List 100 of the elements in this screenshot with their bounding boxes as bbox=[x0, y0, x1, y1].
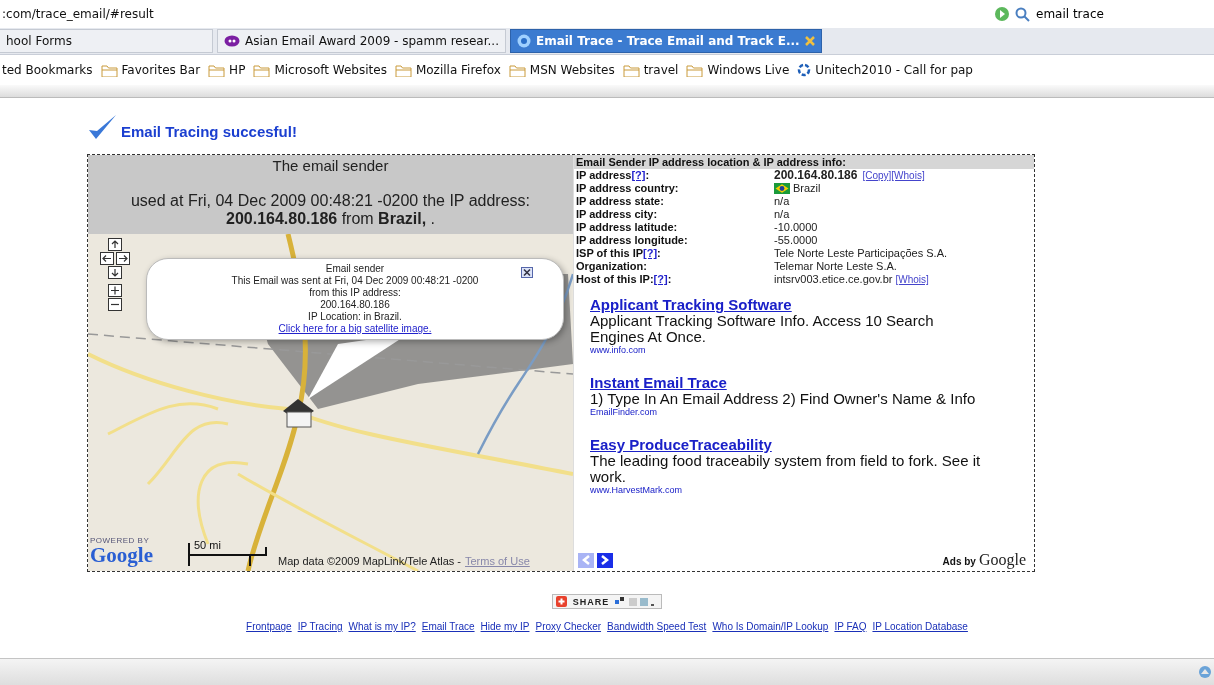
ad-url-link[interactable]: EmailFinder.com bbox=[590, 407, 990, 418]
ad-url-link[interactable]: www.info.com bbox=[590, 345, 990, 356]
info-value: 200.164.80.186 bbox=[774, 169, 858, 182]
info-title: Email Sender IP address location & IP address info: bbox=[574, 155, 1034, 169]
folder-icon bbox=[686, 63, 704, 77]
help-link[interactable]: [?] bbox=[631, 169, 646, 182]
tab-favicon-icon bbox=[224, 35, 240, 47]
bookmark-item[interactable]: Mozilla Firefox bbox=[394, 63, 501, 77]
info-link[interactable]: [Copy] bbox=[862, 170, 892, 181]
bookmark-item[interactable]: Favorites Bar bbox=[100, 63, 201, 77]
info-value: -55.0000 bbox=[774, 234, 818, 247]
bubble-text: from this IP address: bbox=[309, 287, 401, 299]
browser-tab[interactable]: hool Forms bbox=[0, 29, 213, 53]
info-value: Telemar Norte Leste S.A. bbox=[774, 260, 897, 273]
ad-description: Applicant Tracking Software Info. Access 10 Search Engines At Once. bbox=[590, 313, 935, 345]
bookmark-item[interactable]: MSN Websites bbox=[508, 63, 615, 77]
footer-link[interactable]: Frontpage bbox=[246, 621, 292, 632]
info-value: Tele Norte Leste Participações S.A. bbox=[774, 247, 948, 260]
info-value: n/a bbox=[774, 195, 790, 208]
info-value: intsrv003.etice.ce.gov.br bbox=[774, 273, 893, 286]
zoom-in-icon[interactable] bbox=[108, 284, 122, 297]
folder-icon bbox=[508, 63, 526, 77]
footer-link[interactable]: IP Tracing bbox=[297, 621, 343, 632]
zoom-out-icon[interactable] bbox=[108, 298, 122, 311]
bookmark-item[interactable]: Windows Live bbox=[686, 63, 790, 77]
footer-link[interactable]: Hide my IP bbox=[480, 621, 530, 632]
close-icon[interactable] bbox=[521, 267, 533, 278]
go-icon bbox=[994, 6, 1010, 22]
info-label: IP address city: bbox=[576, 208, 658, 221]
status-icon bbox=[1198, 665, 1212, 679]
bubble-text: This Email was sent at Fri, 04 Dec 2009 00:48:21 -0200 bbox=[231, 275, 479, 287]
panel-title: The email sender bbox=[271, 157, 390, 174]
close-icon bbox=[804, 36, 815, 46]
info-label: : bbox=[657, 247, 661, 260]
footer-link[interactable]: What is my IP? bbox=[348, 621, 416, 632]
browser-tab[interactable]: Email Trace - Trace Email and Track E... bbox=[509, 29, 822, 53]
info-label: IP address country: bbox=[576, 182, 679, 195]
pan-right-icon[interactable] bbox=[116, 252, 130, 265]
pan-up-icon[interactable] bbox=[108, 238, 122, 251]
ad-description: The leading food traceabily system from field to fork. See it work. bbox=[590, 453, 982, 485]
browser-tab[interactable]: Asian Email Award 2009 - spamm resear... bbox=[217, 29, 506, 53]
info-link[interactable]: [Whois] bbox=[891, 170, 925, 181]
pan-down-icon[interactable] bbox=[108, 266, 122, 279]
folder-icon bbox=[394, 63, 412, 77]
ad-title-link[interactable]: Easy ProduceTraceability bbox=[590, 436, 990, 453]
google-logo: Google bbox=[978, 551, 1026, 569]
pan-left-icon[interactable] bbox=[100, 252, 114, 265]
info-label: : bbox=[667, 273, 672, 286]
footer-link[interactable]: IP FAQ bbox=[834, 621, 867, 632]
info-label: IP address longitude: bbox=[576, 234, 688, 247]
bookmark-item[interactable]: Microsoft Websites bbox=[253, 63, 387, 77]
flag-icon bbox=[774, 183, 790, 194]
bubble-text: 200.164.80.186 bbox=[320, 299, 390, 311]
google-logo: Google bbox=[90, 545, 153, 565]
scale-bar-icon bbox=[188, 541, 268, 567]
folder-icon bbox=[100, 63, 118, 77]
info-label: Host of this IP: bbox=[576, 273, 654, 286]
share-button[interactable]: SHARE bbox=[551, 594, 663, 609]
ad-url-link[interactable]: www.HarvestMark.com bbox=[590, 485, 990, 496]
footer-link[interactable]: Who Is Domain/IP Lookup bbox=[712, 621, 829, 632]
next-button[interactable] bbox=[597, 552, 613, 568]
tab-favicon-icon bbox=[516, 34, 531, 48]
ad-description: 1) Type In An Email Address 2) Find Owner's Name & Info bbox=[590, 391, 977, 407]
powered-by-text: POWERED BY bbox=[90, 536, 151, 545]
folder-icon bbox=[208, 63, 226, 77]
bubble-text: IP Location: in Brazil. bbox=[308, 311, 402, 323]
page-heading: Email Tracing succesful! bbox=[121, 123, 297, 140]
info-label: IP address latitude: bbox=[576, 221, 678, 234]
address-text[interactable]: :com/trace_email/#result bbox=[0, 7, 154, 21]
info-value: -10.0000 bbox=[774, 221, 818, 234]
folder-icon bbox=[622, 63, 640, 77]
info-label: IP address bbox=[576, 169, 632, 182]
bookmark-item[interactable]: HP bbox=[208, 63, 246, 77]
footer-link[interactable]: Bandwidth Speed Test bbox=[607, 621, 707, 632]
ad-title-link[interactable]: Applicant Tracking Software bbox=[590, 296, 990, 313]
info-value: n/a bbox=[774, 208, 790, 221]
info-link[interactable]: [Whois] bbox=[895, 274, 929, 285]
map-attribution: Map data ©2009 MapLink/Tele Atlas - bbox=[278, 555, 461, 567]
bookmark-item[interactable]: ted Bookmarks bbox=[2, 63, 93, 77]
bubble-text: Email sender bbox=[325, 263, 385, 275]
info-value: Brazil bbox=[793, 182, 821, 195]
bookmark-services-icon bbox=[615, 596, 656, 607]
swirl-icon bbox=[797, 63, 812, 77]
bookmark-item[interactable]: Unitech2010 - Call for pap bbox=[797, 63, 973, 77]
ad-title-link[interactable]: Instant Email Trace bbox=[590, 374, 990, 391]
sender-summary: used at Fri, 04 Dec 2009 00:48:21 -0200 the IP address: 200.164.80.186 from Brazil, . bbox=[129, 192, 532, 228]
satellite-link[interactable]: Click here for a big satellite image. bbox=[278, 323, 432, 335]
footer-link[interactable]: IP Location Database bbox=[872, 621, 968, 632]
help-link[interactable]: [?] bbox=[653, 273, 668, 286]
info-label: IP address state: bbox=[576, 195, 664, 208]
footer-link[interactable]: Proxy Checker bbox=[535, 621, 602, 632]
scale-label: 50 mi bbox=[194, 539, 221, 551]
info-label: ISP of this IP bbox=[576, 247, 644, 260]
footer-link[interactable]: Email Trace bbox=[421, 621, 475, 632]
ads-by-text: Ads by bbox=[942, 556, 976, 567]
bookmark-item[interactable]: travel bbox=[622, 63, 679, 77]
search-icon bbox=[1014, 6, 1030, 22]
plus-icon bbox=[555, 596, 567, 607]
info-label: Organization: bbox=[576, 260, 647, 273]
folder-icon bbox=[253, 63, 271, 77]
